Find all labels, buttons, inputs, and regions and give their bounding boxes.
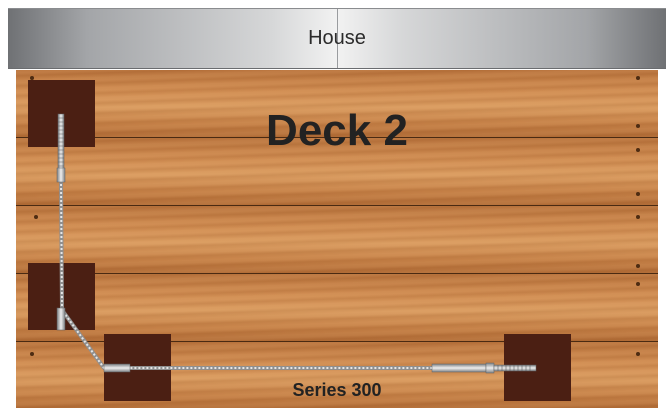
cable-wire-highlight — [60, 179, 486, 369]
deck-surface: Deck 2 Series 300 — [16, 70, 658, 408]
swage-fitting-icon — [56, 307, 66, 331]
house-wall: House — [8, 8, 666, 69]
threaded-terminal-icon — [56, 113, 66, 183]
series-label: Series 300 — [292, 380, 382, 400]
cable-wire — [59, 179, 486, 370]
cable-run — [56, 113, 537, 374]
threaded-terminal-icon — [431, 362, 537, 374]
swage-fitting-icon — [103, 363, 131, 373]
house-label: House — [308, 27, 366, 49]
